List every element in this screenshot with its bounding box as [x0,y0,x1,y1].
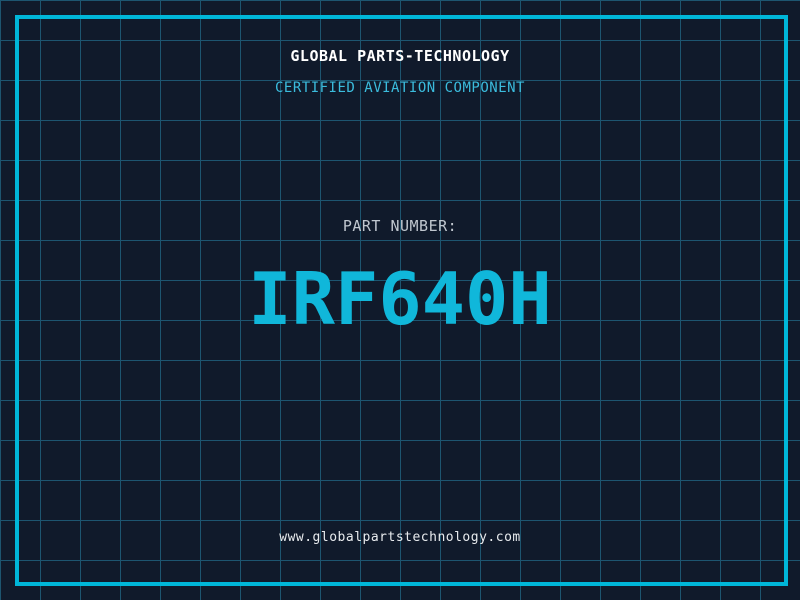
part-number-value: IRF640H [248,257,552,341]
part-label-page: { "header": { "brand": "GLOBAL PARTS-TEC… [0,0,800,600]
certified-subtitle: CERTIFIED AVIATION COMPONENT [274,80,525,96]
website-url: www.globalpartstechnology.com [279,530,521,545]
brand-title: GLOBAL PARTS-TECHNOLOGY [290,47,510,65]
part-number-label: PART NUMBER: [342,217,458,235]
